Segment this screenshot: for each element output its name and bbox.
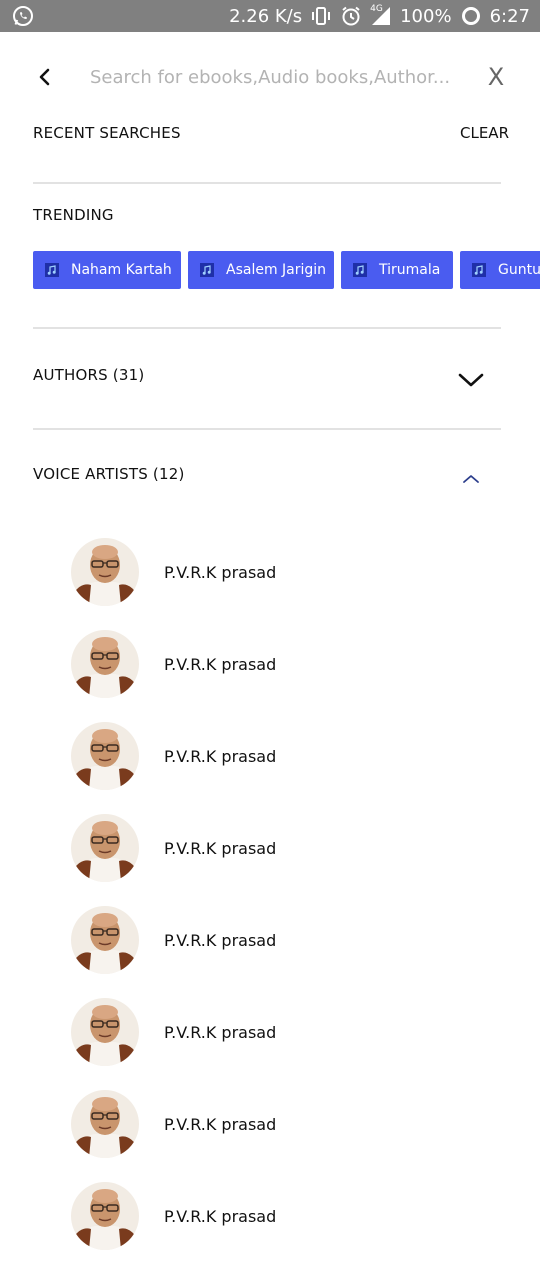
avatar (71, 1090, 139, 1158)
music-note-icon (45, 263, 59, 277)
network-speed: 2.26 K/s (229, 5, 303, 27)
list-item[interactable]: P.V.R.K prasad (0, 1090, 540, 1182)
avatar (71, 1182, 139, 1250)
status-bar: 2.26 K/s 4G 100% 6:27 (0, 0, 540, 32)
clear-search-button[interactable]: X (478, 60, 514, 94)
clear-recent-button[interactable]: CLEAR (460, 124, 509, 142)
divider (33, 182, 501, 184)
network-type-label: 4G (370, 4, 383, 14)
alarm-icon (340, 5, 362, 27)
list-item[interactable]: P.V.R.K prasad (0, 630, 540, 722)
recent-searches-heading: RECENT SEARCHES (33, 124, 181, 142)
authors-heading[interactable]: AUTHORS (31) (33, 366, 144, 384)
avatar (71, 630, 139, 698)
music-note-icon (472, 263, 486, 277)
trending-chip-label: Naham Kartah (71, 262, 172, 278)
music-note-icon (200, 263, 214, 277)
avatar (71, 722, 139, 790)
trending-chip-label: Asalem Jarigin (226, 262, 327, 278)
trending-chip[interactable]: Guntur (460, 251, 540, 289)
voice-artists-heading[interactable]: VOICE ARTISTS (12) (33, 465, 185, 483)
artist-name: P.V.R.K prasad (164, 563, 277, 582)
artist-name: P.V.R.K prasad (164, 931, 277, 950)
list-item[interactable]: P.V.R.K prasad (0, 1182, 540, 1263)
trending-chips: Naham Kartah Asalem Jarigin Tirumala Gun… (33, 251, 540, 289)
trending-chip[interactable]: Naham Kartah (33, 251, 181, 289)
artist-name: P.V.R.K prasad (164, 1115, 277, 1134)
artist-name: P.V.R.K prasad (164, 655, 277, 674)
list-item[interactable]: P.V.R.K prasad (0, 906, 540, 998)
back-arrow-icon (39, 68, 50, 86)
collapse-voice-artists-button[interactable] (459, 470, 483, 488)
search-input[interactable] (90, 58, 460, 96)
clock: 6:27 (489, 5, 530, 27)
avatar (71, 998, 139, 1066)
artist-name: P.V.R.K prasad (164, 747, 277, 766)
list-item[interactable]: P.V.R.K prasad (0, 998, 540, 1090)
expand-authors-button[interactable] (456, 366, 486, 394)
battery-ring-icon (460, 5, 482, 27)
list-item[interactable]: P.V.R.K prasad (0, 814, 540, 906)
trending-chip-label: Guntur (498, 262, 540, 278)
artist-name: P.V.R.K prasad (164, 1023, 277, 1042)
list-item[interactable]: P.V.R.K prasad (0, 722, 540, 814)
chevron-up-icon (463, 475, 479, 483)
battery-percent: 100% (400, 5, 452, 27)
chevron-down-icon (458, 373, 484, 387)
signal-icon: 4G (370, 4, 392, 27)
divider (33, 428, 501, 430)
avatar (71, 538, 139, 606)
avatar (71, 906, 139, 974)
divider (33, 327, 501, 329)
list-item[interactable]: P.V.R.K prasad (0, 538, 540, 630)
trending-chip[interactable]: Tirumala (341, 251, 453, 289)
back-button[interactable] (28, 60, 62, 94)
trending-chip-label: Tirumala (379, 262, 441, 278)
artist-name: P.V.R.K prasad (164, 1207, 277, 1226)
avatar (71, 814, 139, 882)
trending-chip[interactable]: Asalem Jarigin (188, 251, 334, 289)
music-note-icon (353, 263, 367, 277)
vibrate-icon (310, 5, 332, 27)
trending-heading: TRENDING (33, 206, 114, 224)
whatsapp-icon (12, 5, 34, 27)
artist-name: P.V.R.K prasad (164, 839, 277, 858)
